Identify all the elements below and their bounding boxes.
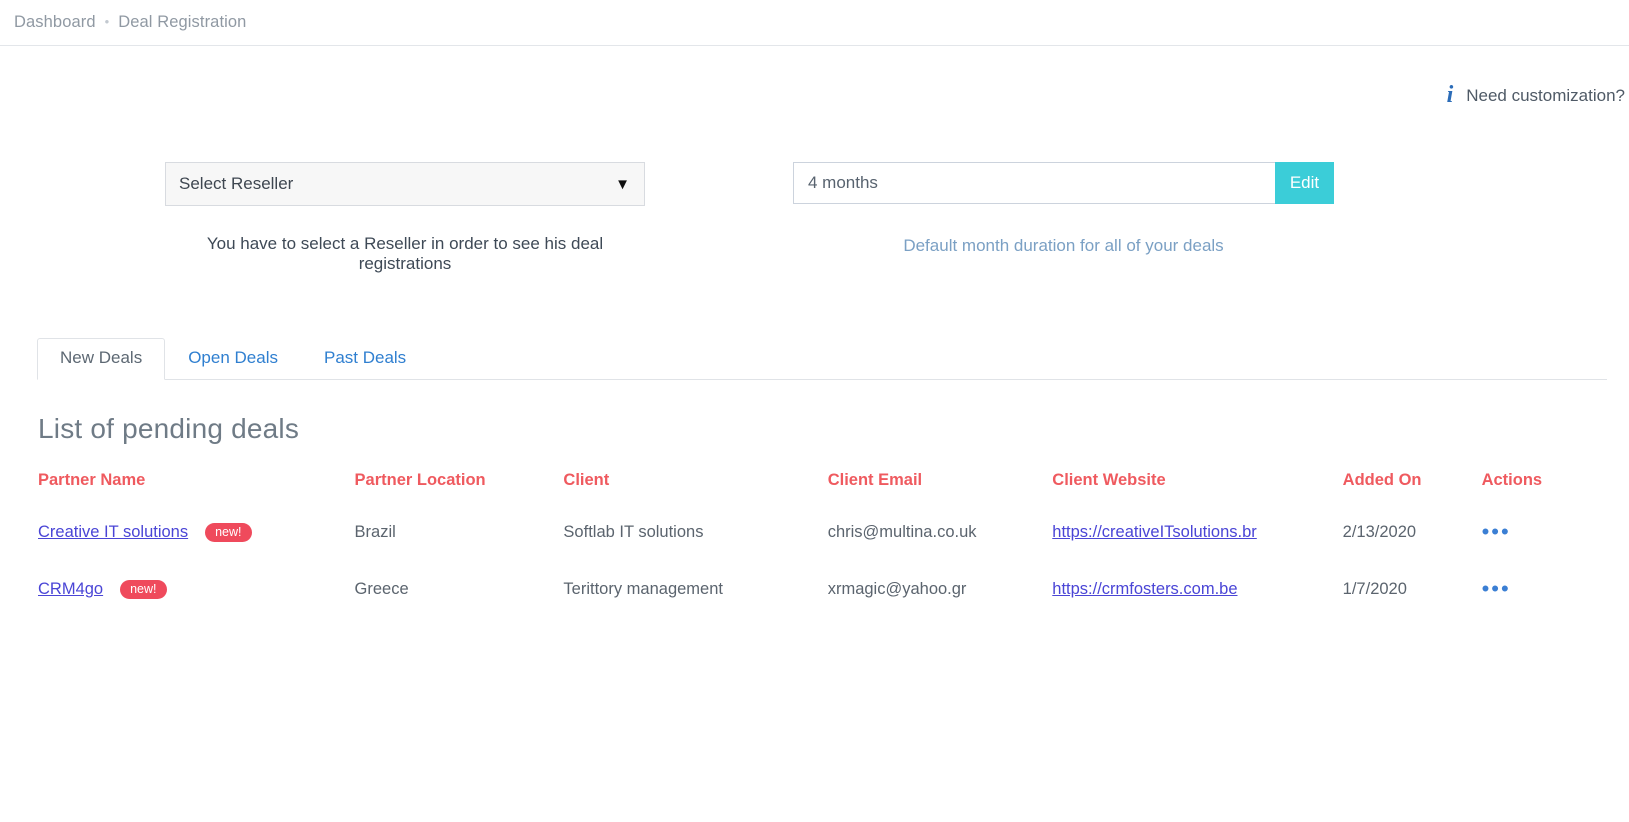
- reseller-helper-text: You have to select a Reseller in order t…: [206, 234, 604, 273]
- column-header-client-email: Client Email: [827, 471, 923, 489]
- reseller-select[interactable]: Select Reseller ▼: [165, 162, 645, 206]
- cell-actions: •••: [1482, 504, 1607, 561]
- breadcrumb-item-dashboard[interactable]: Dashboard: [14, 13, 96, 32]
- deal-tabs: New Deals Open Deals Past Deals: [37, 336, 1607, 380]
- duration-input[interactable]: [793, 162, 1275, 204]
- cell-client-website: https://creativeITsolutions.br: [1052, 504, 1342, 561]
- cell-partner-location: Brazil: [354, 523, 396, 541]
- column-header-actions: Actions: [1481, 471, 1543, 489]
- tab-past-deals[interactable]: Past Deals: [301, 338, 429, 380]
- reseller-control-group: Select Reseller ▼ You have to select a R…: [165, 162, 793, 274]
- status-badge: new!: [205, 522, 252, 543]
- client-website-link[interactable]: https://creativeITsolutions.br: [1052, 523, 1257, 541]
- cell-added-on: 2/13/2020: [1342, 523, 1417, 541]
- reseller-select-value: Select Reseller: [179, 174, 294, 193]
- partner-name-link[interactable]: CRM4go: [38, 580, 103, 599]
- tab-open-deals[interactable]: Open Deals: [165, 338, 301, 380]
- table-row: CRM4go new! Greece Terittory management …: [38, 561, 1607, 618]
- row-actions-menu-icon[interactable]: •••: [1482, 519, 1511, 544]
- tab-new-deals[interactable]: New Deals: [37, 337, 166, 380]
- duration-input-group: Edit: [793, 162, 1334, 204]
- deals-table: Partner Name Partner Location Client Cli…: [38, 471, 1607, 618]
- need-customization-link[interactable]: i Need customization?: [0, 78, 1629, 114]
- column-header-partner-location: Partner Location: [354, 471, 486, 489]
- need-customization-label: Need customization?: [1466, 86, 1625, 105]
- cell-added-on: 1/7/2020: [1342, 580, 1407, 598]
- column-header-client: Client: [563, 471, 610, 489]
- breadcrumb-separator-icon: •: [104, 14, 110, 29]
- client-website-link[interactable]: https://crmfosters.com.be: [1052, 580, 1237, 598]
- column-header-client-website: Client Website: [1052, 471, 1166, 489]
- cell-partner-name: CRM4go new!: [38, 561, 355, 618]
- cell-client: Softlab IT solutions: [563, 523, 704, 541]
- tabs-container: New Deals Open Deals Past Deals: [0, 336, 1629, 380]
- cell-client: Terittory management: [563, 580, 723, 598]
- cell-partner-name: Creative IT solutions new!: [38, 504, 355, 561]
- cell-client-email: chris@multina.co.uk: [827, 523, 977, 541]
- column-header-partner-name: Partner Name: [38, 471, 146, 489]
- cell-client-email: xrmagic@yahoo.gr: [827, 580, 967, 598]
- partner-name-link[interactable]: Creative IT solutions: [38, 523, 188, 542]
- cell-actions: •••: [1482, 561, 1607, 618]
- table-row: Creative IT solutions new! Brazil Softla…: [38, 504, 1607, 561]
- duration-helper-text: Default month duration for all of your d…: [903, 236, 1224, 255]
- column-header-added-on: Added On: [1342, 471, 1422, 489]
- chevron-down-icon: ▼: [615, 175, 630, 193]
- status-badge: new!: [120, 579, 167, 600]
- deals-table-section: List of pending deals Partner Name Partn…: [0, 413, 1629, 618]
- row-actions-menu-icon[interactable]: •••: [1482, 576, 1511, 601]
- controls-row: Select Reseller ▼ You have to select a R…: [0, 162, 1629, 274]
- cell-partner-location: Greece: [354, 580, 409, 598]
- cell-client-website: https://crmfosters.com.be: [1052, 561, 1342, 618]
- page-title: List of pending deals: [38, 413, 300, 444]
- table-header-row: Partner Name Partner Location Client Cli…: [38, 471, 1607, 504]
- edit-duration-button[interactable]: Edit: [1275, 162, 1334, 204]
- breadcrumb: Dashboard • Deal Registration: [0, 0, 1629, 46]
- info-icon: i: [1446, 82, 1454, 108]
- duration-control-group: Edit Default month duration for all of y…: [793, 162, 1338, 274]
- breadcrumb-item-deal-registration[interactable]: Deal Registration: [118, 13, 246, 32]
